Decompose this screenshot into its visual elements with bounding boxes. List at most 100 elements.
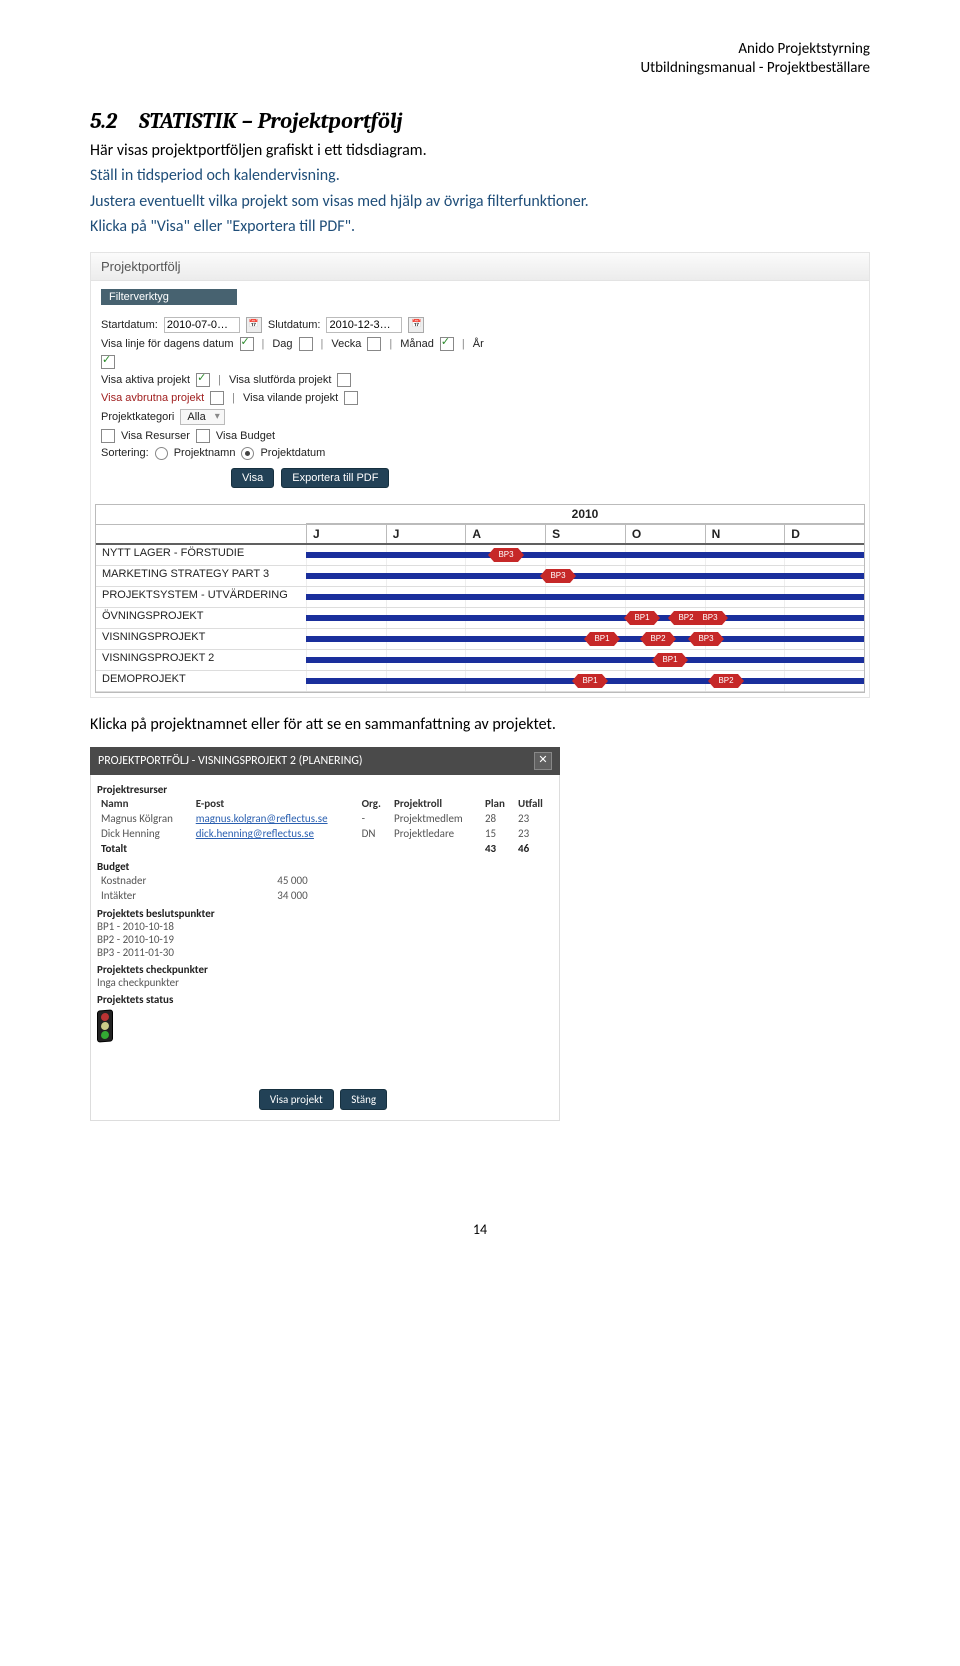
traffic-light-icon: [97, 1010, 113, 1043]
gantt-project-name[interactable]: VISNINGSPROJEKT: [96, 629, 306, 649]
col-name: Namn: [97, 796, 192, 811]
gantt-project-name[interactable]: DEMOPROJEKT: [96, 671, 306, 691]
res-name: Magnus Kölgran: [97, 811, 192, 826]
aborted-checkbox[interactable]: [210, 391, 224, 405]
res-email[interactable]: magnus.kolgran@reflectus.se: [192, 811, 358, 826]
gantt-bar: [306, 573, 864, 579]
gantt-row: ÖVNINGSPROJEKTBP1BP2BP3: [96, 608, 864, 629]
show-budget-checkbox[interactable]: [196, 429, 210, 443]
panel-title: Projektportfölj: [91, 253, 869, 281]
decision-point-marker[interactable]: BP1: [590, 632, 614, 646]
decision-point-marker[interactable]: BP3: [694, 632, 718, 646]
col-plan: Plan: [481, 796, 514, 811]
resource-row: Magnus Kölgranmagnus.kolgran@reflectus.s…: [97, 811, 553, 826]
total-utfall: 46: [514, 841, 553, 856]
gantt-project-name[interactable]: PROJEKTSYSTEM - UTVÄRDERING: [96, 587, 306, 607]
gantt-month-header: J: [386, 525, 466, 543]
res-plan: 28: [481, 811, 514, 826]
paused-checkbox[interactable]: [344, 391, 358, 405]
project-summary-popup: PROJEKTPORTFÖLJ - VISNINGSPROJEKT 2 (PLA…: [90, 747, 560, 1121]
section-title: STATISTIK – Projektportfölj: [139, 108, 403, 134]
sort-name-radio[interactable]: [155, 447, 168, 460]
show-resources-label: Visa Resurser: [121, 430, 190, 442]
export-pdf-button[interactable]: Exportera till PDF: [281, 468, 389, 488]
res-email[interactable]: dick.henning@reflectus.se: [192, 826, 358, 841]
decision-point-marker[interactable]: BP1: [658, 653, 682, 667]
sort-name-label: Projektnamn: [174, 447, 236, 459]
category-select[interactable]: Alla: [180, 409, 224, 425]
gantt-bar: [306, 615, 864, 621]
calendar-icon[interactable]: 📅: [246, 317, 262, 333]
gantt-project-name[interactable]: MARKETING STRATEGY PART 3: [96, 566, 306, 586]
section-number: 5.2: [90, 108, 134, 134]
visa-button[interactable]: Visa: [231, 468, 274, 488]
open-project-button[interactable]: Visa projekt: [259, 1089, 334, 1110]
active-checkbox[interactable]: [196, 373, 210, 387]
res-role: Projektledare: [390, 826, 481, 841]
today-line-label: Visa linje för dagens datum: [101, 338, 234, 350]
res-org: DN: [358, 826, 390, 841]
res-role: Projektmedlem: [390, 811, 481, 826]
res-org: -: [358, 811, 390, 826]
year-checkbox[interactable]: [101, 355, 115, 369]
page-number: 14: [90, 1221, 870, 1238]
cost-label: Kostnader: [97, 873, 215, 888]
total-label: Totalt: [97, 841, 192, 856]
start-date-input[interactable]: [164, 317, 240, 333]
aborted-projects-label: Visa avbrutna projekt: [101, 392, 204, 404]
paused-projects-label: Visa vilande projekt: [243, 392, 338, 404]
budget-heading: Budget: [97, 860, 553, 873]
close-icon[interactable]: ✕: [534, 752, 552, 770]
decision-point-marker[interactable]: BP3: [546, 569, 570, 583]
end-date-input[interactable]: [326, 317, 402, 333]
gantt-month-header: N: [705, 525, 785, 543]
gantt-project-name[interactable]: NYTT LAGER - FÖRSTUDIE: [96, 545, 306, 565]
doc-header: Anido Projektstyrning Utbildningsmanual …: [90, 40, 870, 78]
close-button[interactable]: Stäng: [340, 1089, 387, 1110]
instruction-1: Ställ in tidsperiod och kalendervisning.: [90, 165, 870, 187]
intro-text: Här visas projektportföljen grafiskt i e…: [90, 140, 870, 162]
gantt-project-name[interactable]: VISNINGSPROJEKT 2: [96, 650, 306, 670]
total-plan: 43: [481, 841, 514, 856]
start-date-label: Startdatum:: [101, 319, 158, 331]
today-line-checkbox[interactable]: [240, 337, 254, 351]
res-name: Dick Henning: [97, 826, 192, 841]
projektportfolj-panel: Projektportfölj Filterverktyg Startdatum…: [90, 252, 870, 698]
finished-checkbox[interactable]: [337, 373, 351, 387]
decision-point-marker[interactable]: BP1: [630, 611, 654, 625]
income-value: 34 000: [273, 888, 553, 903]
gantt-month-header: J: [306, 525, 386, 543]
week-label: Vecka: [331, 338, 361, 350]
decision-point-marker[interactable]: BP2: [714, 674, 738, 688]
res-plan: 15: [481, 826, 514, 841]
col-role: Projektroll: [390, 796, 481, 811]
decision-point-item: BP1 - 2010-10-18: [97, 920, 553, 933]
decision-point-marker[interactable]: BP3: [494, 548, 518, 562]
res-utfall: 23: [514, 811, 553, 826]
resources-heading: Projektresurser: [97, 783, 553, 796]
gantt-row: PROJEKTSYSTEM - UTVÄRDERING: [96, 587, 864, 608]
category-label: Projektkategori: [101, 411, 174, 423]
gantt-month-header: S: [545, 525, 625, 543]
show-budget-label: Visa Budget: [216, 430, 275, 442]
col-org: Org.: [358, 796, 390, 811]
day-label: Dag: [272, 338, 292, 350]
sort-label: Sortering:: [101, 447, 149, 459]
status-heading: Projektets status: [97, 993, 553, 1006]
month-checkbox[interactable]: [440, 337, 454, 351]
gantt-bar: [306, 552, 864, 558]
decision-point-item: BP3 - 2011-01-30: [97, 946, 553, 959]
sort-date-radio[interactable]: [241, 447, 254, 460]
decision-point-marker[interactable]: BP3: [698, 611, 722, 625]
day-checkbox[interactable]: [299, 337, 313, 351]
cost-value: 45 000: [273, 873, 553, 888]
active-projects-label: Visa aktiva projekt: [101, 374, 190, 386]
gantt-project-name[interactable]: ÖVNINGSPROJEKT: [96, 608, 306, 628]
gantt-month-header: D: [784, 525, 864, 543]
show-resources-checkbox[interactable]: [101, 429, 115, 443]
popup-title: PROJEKTPORTFÖLJ - VISNINGSPROJEKT 2 (PLA…: [98, 754, 363, 768]
week-checkbox[interactable]: [367, 337, 381, 351]
decision-point-marker[interactable]: BP1: [578, 674, 602, 688]
decision-point-marker[interactable]: BP2: [646, 632, 670, 646]
calendar-icon[interactable]: 📅: [408, 317, 424, 333]
